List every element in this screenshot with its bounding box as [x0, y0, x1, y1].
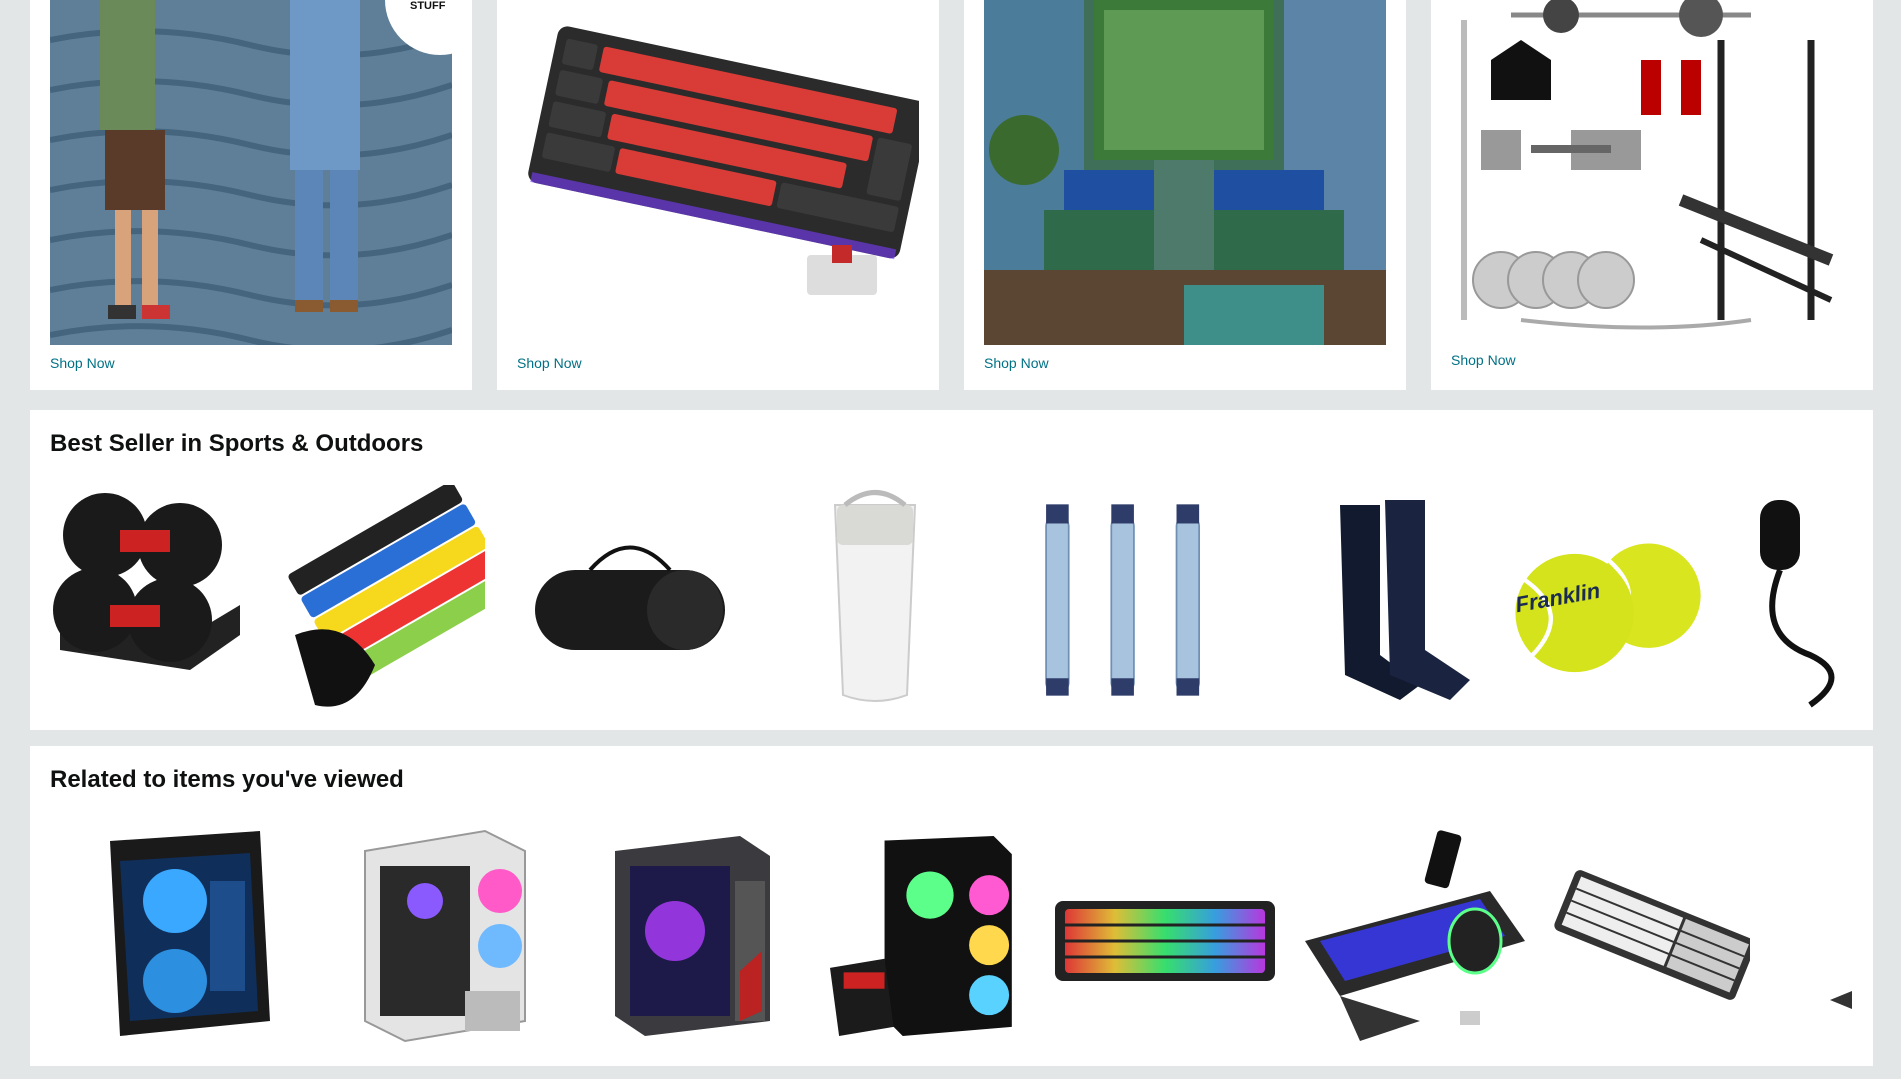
- promo-card-fashion: STUFF Shop Now: [30, 0, 472, 390]
- white-keyboard-product-icon[interactable]: [1550, 821, 1750, 1051]
- rgb-keyboard-product-icon[interactable]: [1050, 821, 1280, 1051]
- dumbbell-product-icon[interactable]: [50, 485, 250, 715]
- tennis-ball-product-icon[interactable]: Franklin: [1505, 485, 1705, 715]
- row-title: Related to items you've viewed: [50, 766, 404, 793]
- shop-now-link[interactable]: Shop Now: [1451, 352, 1516, 368]
- room-photo-icon[interactable]: [984, 0, 1386, 345]
- water-filter-product-icon[interactable]: [1020, 485, 1220, 715]
- related-items-card: Related to items you've viewed: [30, 746, 1873, 1066]
- row-title: Best Seller in Sports & Outdoors: [50, 430, 424, 457]
- carousel-next-arrow-icon[interactable]: [1830, 991, 1852, 1009]
- shop-now-link[interactable]: Shop Now: [984, 355, 1049, 371]
- promo-card-gym: Shop Now: [1431, 0, 1873, 390]
- gaming-pc-product-icon[interactable]: [830, 821, 1030, 1051]
- keyboard-mouse-combo-product-icon[interactable]: [1300, 821, 1530, 1051]
- shop-now-link[interactable]: Shop Now: [517, 355, 582, 371]
- resistance-bands-product-icon[interactable]: [285, 485, 485, 715]
- socks-product-icon[interactable]: [1300, 485, 1500, 715]
- shop-now-link[interactable]: Shop Now: [50, 355, 115, 371]
- tumbler-product-icon[interactable]: [775, 485, 975, 715]
- promo-badge-text: STUFF: [410, 0, 446, 12]
- fashion-photo-icon[interactable]: STUFF: [50, 0, 452, 345]
- jump-rope-product-icon[interactable]: [1750, 485, 1853, 715]
- gym-equipment-photo-icon[interactable]: [1451, 0, 1853, 345]
- yoga-mat-product-icon[interactable]: [530, 485, 730, 715]
- promo-card-keyboard: Shop Now: [497, 0, 939, 390]
- pc-case-product-icon[interactable]: [345, 821, 545, 1051]
- promo-card-room: Shop Now: [964, 0, 1406, 390]
- pc-case-product-icon[interactable]: [590, 821, 790, 1051]
- best-seller-card: Best Seller in Sports & Outdoors Frankli…: [30, 410, 1873, 730]
- pc-case-product-icon[interactable]: [90, 821, 290, 1051]
- keyboard-photo-icon[interactable]: [517, 0, 919, 345]
